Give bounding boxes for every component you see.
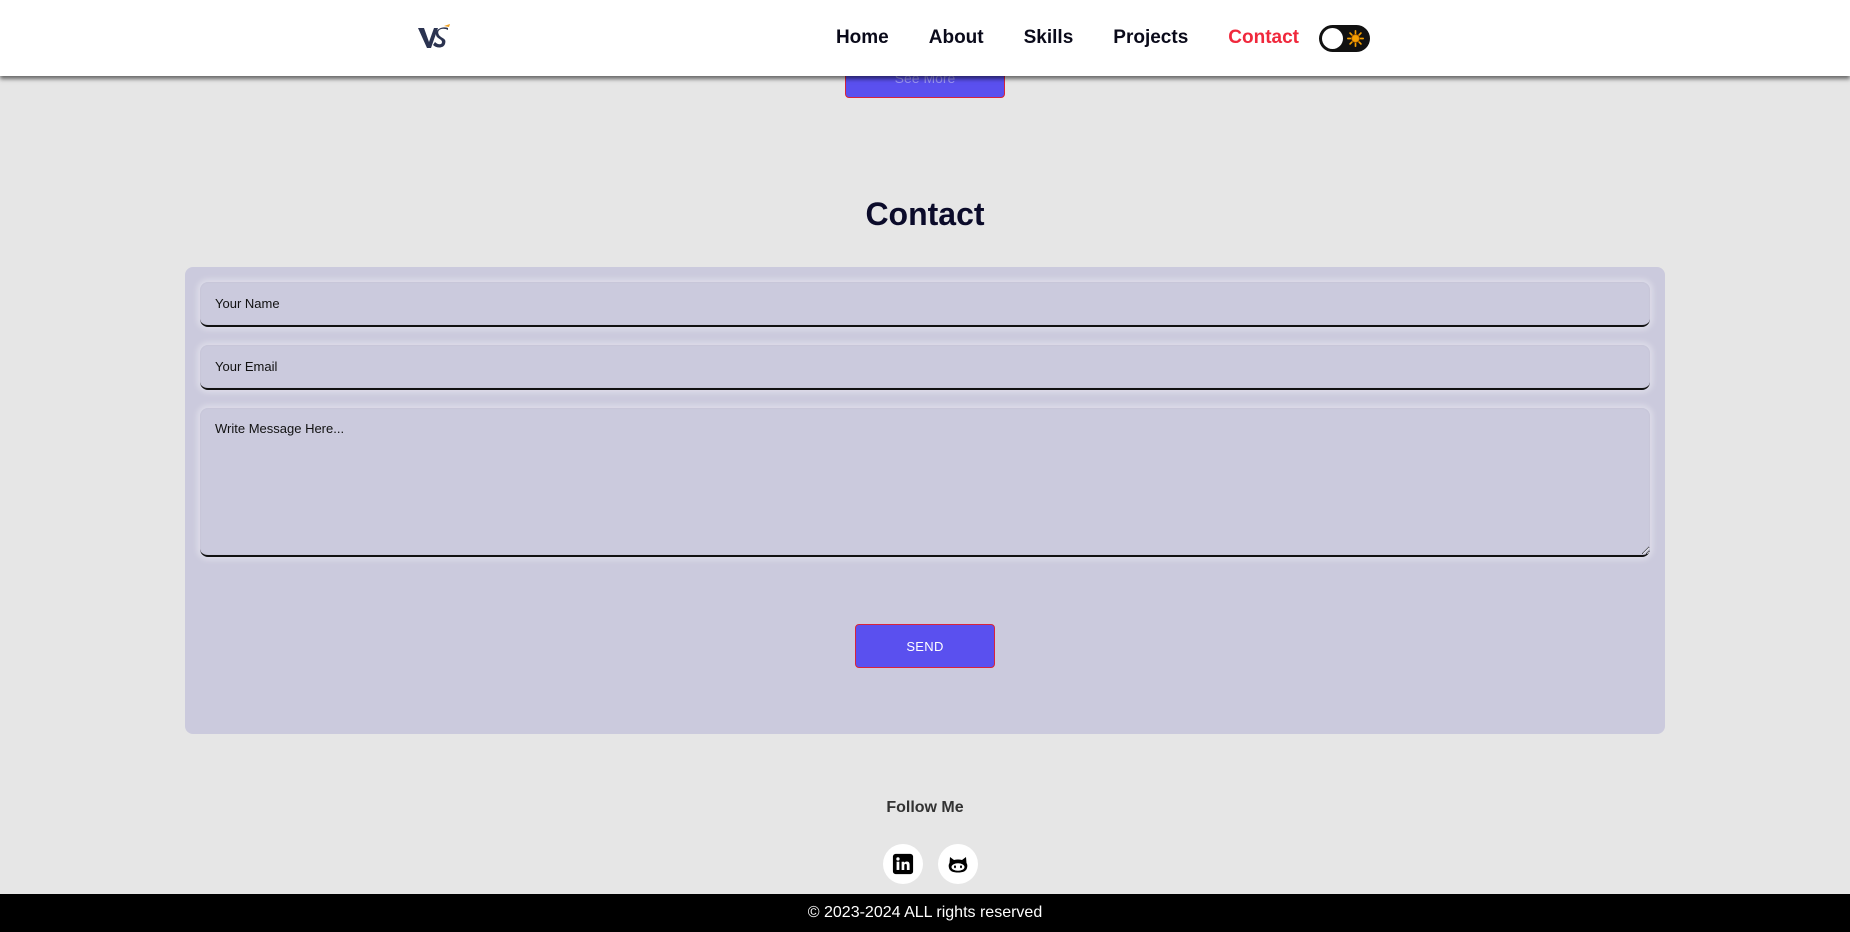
- email-input[interactable]: [200, 345, 1650, 390]
- site-header: Home About Skills Projects Contact: [0, 0, 1850, 76]
- toggle-knob: [1322, 28, 1343, 49]
- social-links: [883, 844, 978, 884]
- follow-title: Follow Me: [886, 799, 964, 816]
- linkedin-icon: [892, 853, 914, 875]
- nav-about[interactable]: About: [929, 26, 984, 50]
- site-footer: © 2023-2024 ALL rights reserved: [0, 894, 1850, 932]
- page: See More Home About Skills Projects Cont…: [0, 0, 1850, 932]
- nav-contact[interactable]: Contact: [1228, 26, 1299, 50]
- main-nav: Home About Skills Projects Contact: [836, 23, 1370, 52]
- logo-icon[interactable]: [416, 22, 452, 52]
- linkedin-link[interactable]: [883, 844, 923, 884]
- contact-title: Contact: [865, 196, 985, 232]
- copyright-text: © 2023-2024 ALL rights reserved: [807, 904, 1043, 921]
- github-link[interactable]: [938, 844, 978, 884]
- name-input[interactable]: [200, 282, 1650, 327]
- github-icon: [948, 857, 968, 873]
- nav-home[interactable]: Home: [836, 26, 889, 50]
- sun-icon: [1347, 30, 1364, 47]
- contact-form: SEND: [185, 267, 1665, 734]
- nav-skills[interactable]: Skills: [1024, 26, 1074, 50]
- nav-projects[interactable]: Projects: [1113, 26, 1188, 50]
- theme-toggle[interactable]: [1319, 25, 1370, 52]
- message-textarea[interactable]: [200, 408, 1650, 557]
- send-button[interactable]: SEND: [855, 624, 995, 668]
